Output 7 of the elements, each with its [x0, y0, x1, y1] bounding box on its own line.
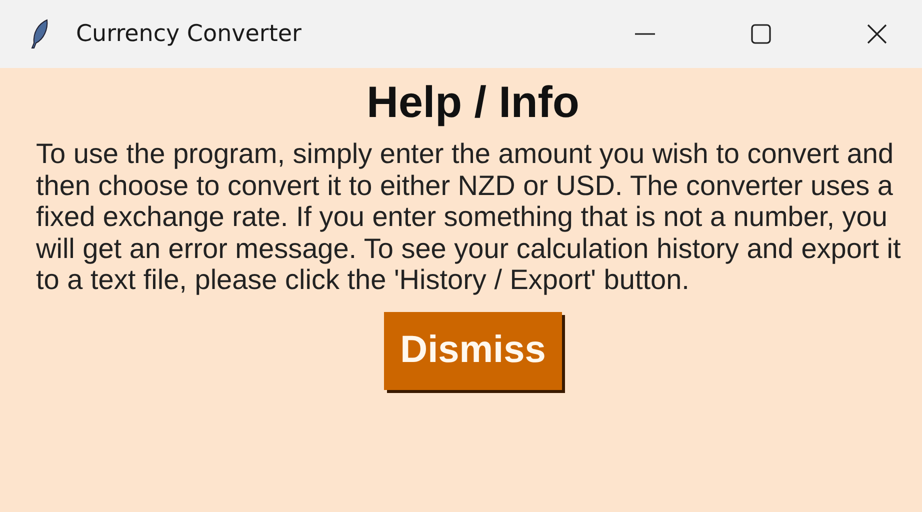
maximize-icon[interactable]: [750, 23, 772, 45]
close-icon[interactable]: [866, 23, 888, 45]
help-heading: Help / Info: [366, 78, 580, 128]
window-title: Currency Converter: [76, 21, 302, 47]
dismiss-button[interactable]: Dismiss: [384, 312, 562, 390]
feather-icon: [30, 19, 50, 49]
help-text: To use the program, simply enter the amount you wish to convert and then choose to convert it to either NZD or USD. The converter uses a fixed exchange rate. If you enter something that is not a number, you will get an error message. To see your calculation history and export it to a text file, please click the 'History / Export' button.: [36, 138, 902, 296]
